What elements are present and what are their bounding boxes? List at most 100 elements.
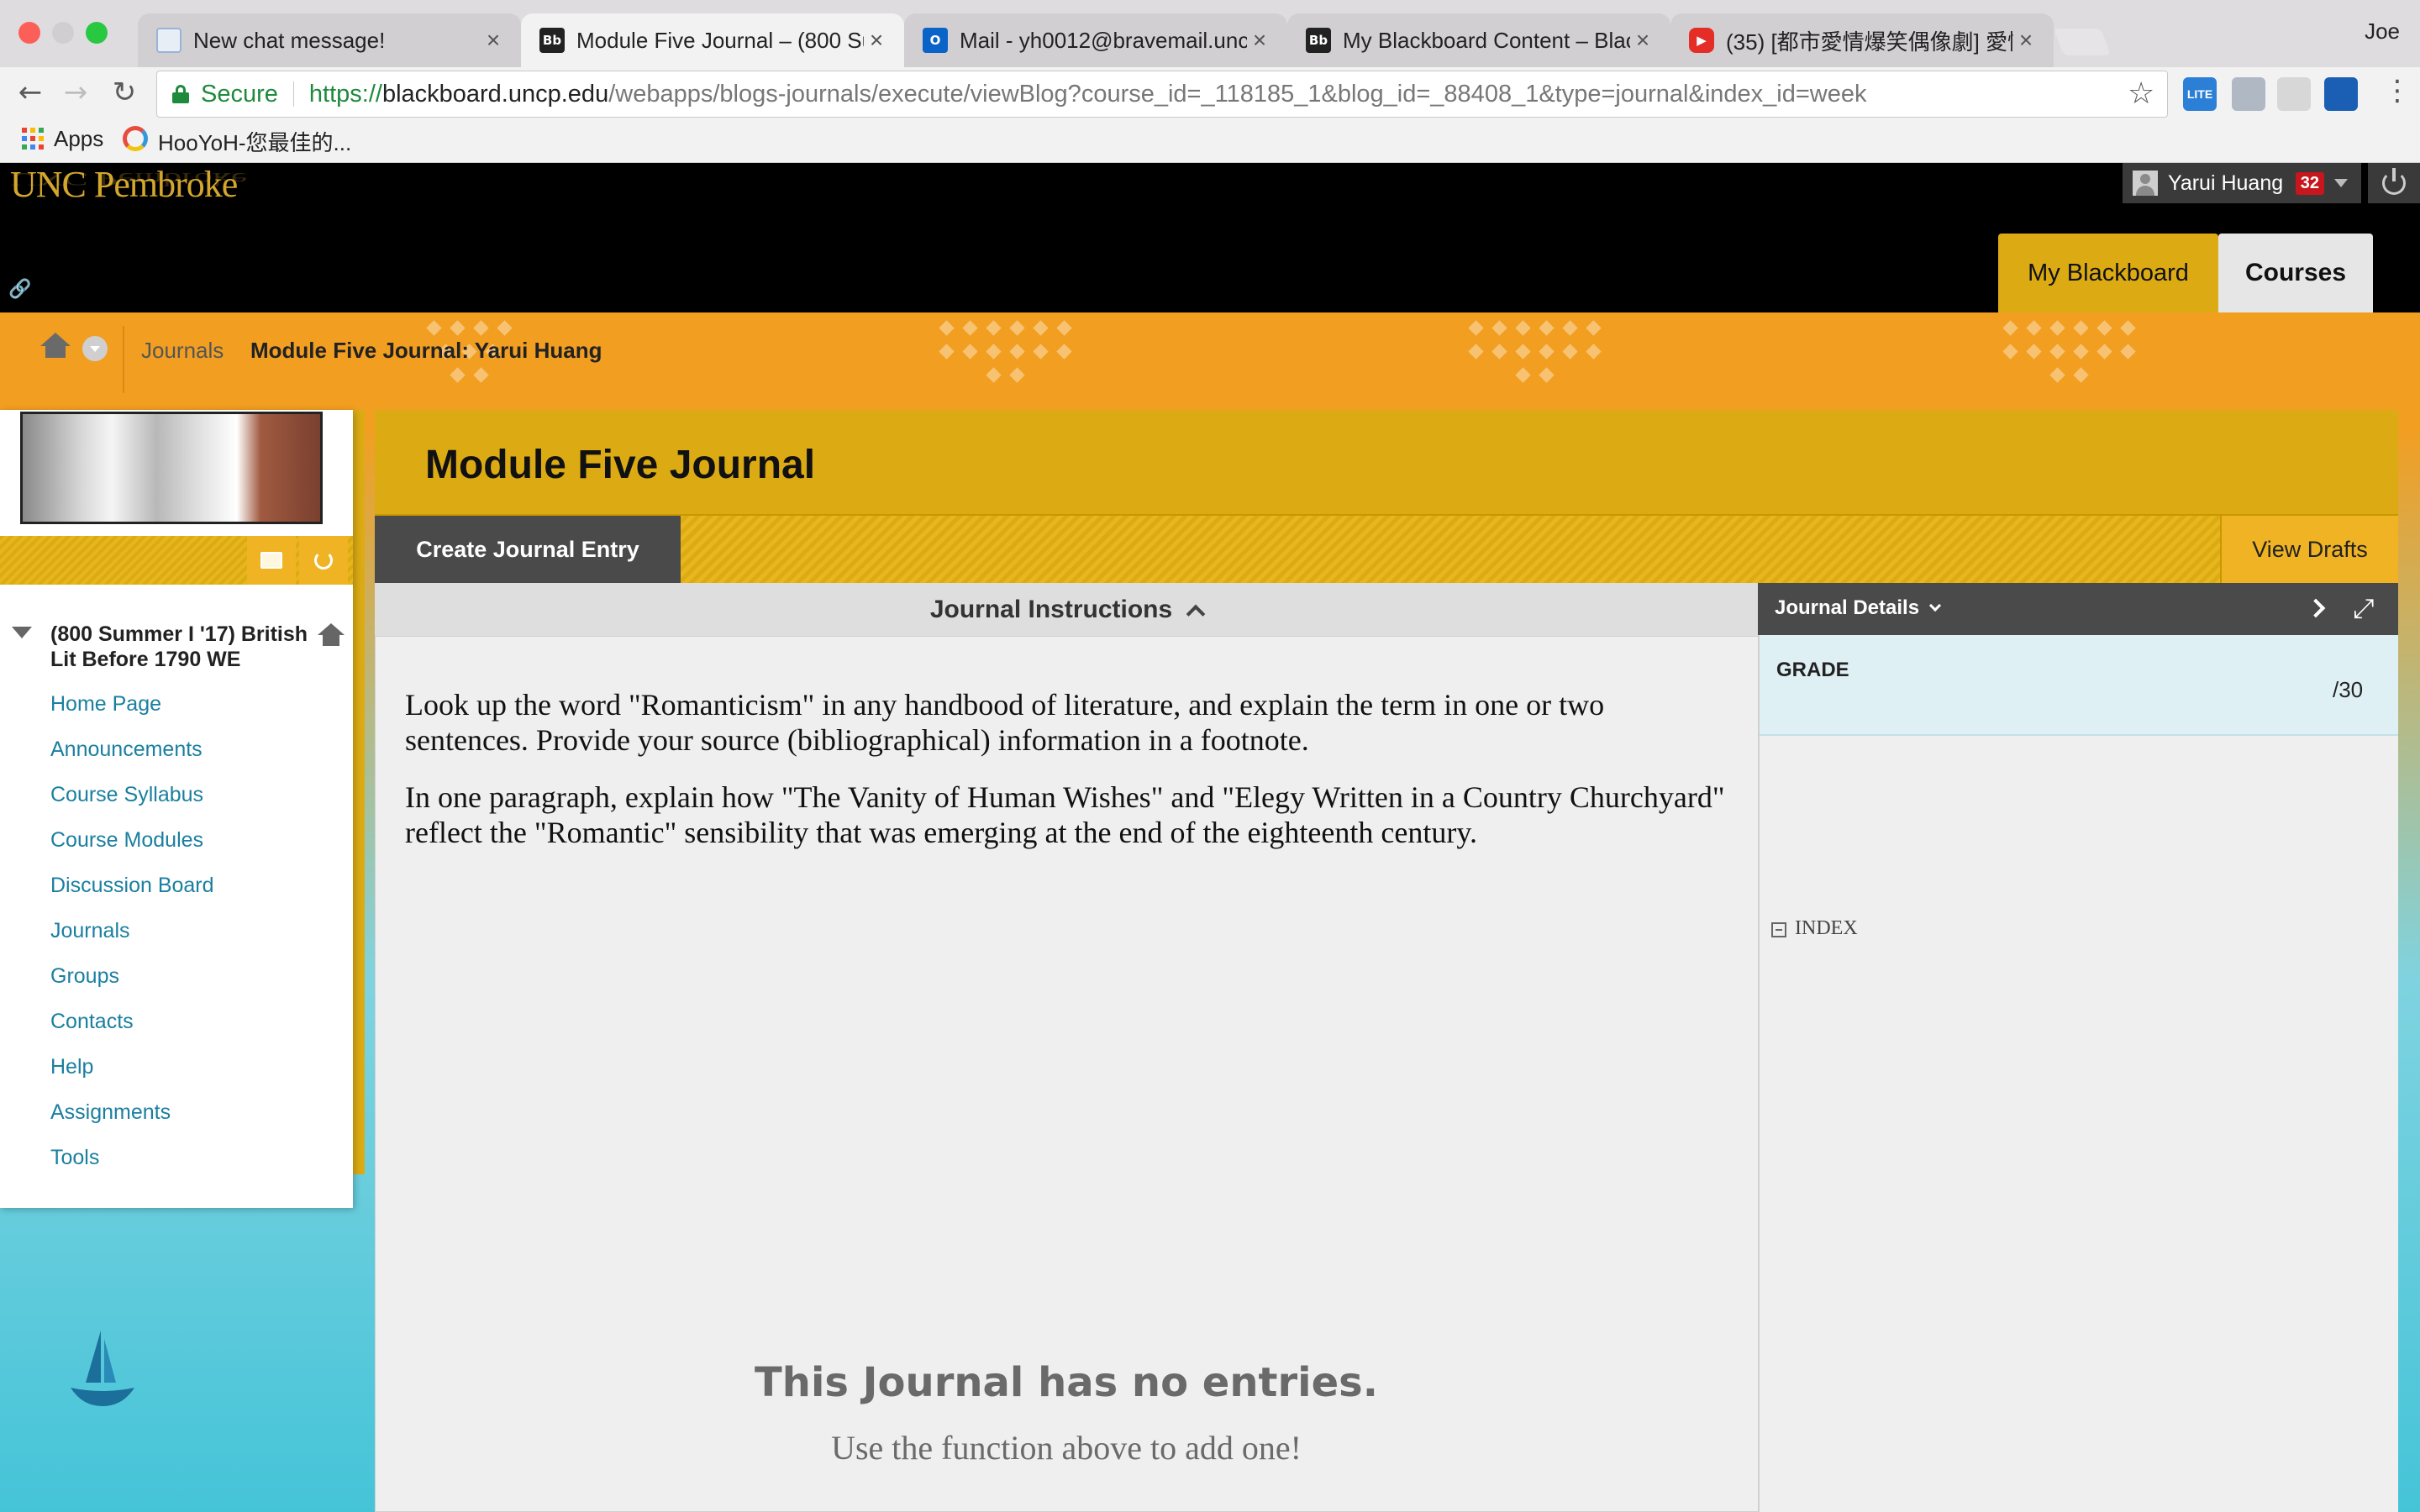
ext-lite-icon[interactable]: LITE <box>2183 77 2217 111</box>
grade-label: GRADE <box>1776 659 1849 681</box>
ext-puzzle-icon[interactable] <box>2232 77 2265 111</box>
url-divider <box>292 81 294 107</box>
browser-tab[interactable]: New chat message! × <box>138 13 521 67</box>
instructions-paragraph: In one paragraph, explain how "The Vanit… <box>405 780 1725 849</box>
folder-view-button[interactable] <box>247 536 296 585</box>
bookmark-apps[interactable]: Apps <box>54 126 103 152</box>
window-close-button[interactable] <box>18 22 40 44</box>
browser-tab[interactable]: Bb My Blackboard Content – Black × <box>1287 13 1670 67</box>
window-maximize-button[interactable] <box>86 22 108 44</box>
power-icon <box>2382 168 2406 195</box>
url-path: /webapps/blogs-journals/execute/viewBlog… <box>608 80 1867 108</box>
tab-title: Module Five Journal – (800 Su <box>576 27 864 53</box>
decorative-pattern <box>1462 318 1622 388</box>
browser-tab-strip: New chat message! × Bb Module Five Journ… <box>0 0 2420 67</box>
hooyoh-icon <box>123 126 148 151</box>
sidebar-item-tools[interactable]: Tools <box>50 1146 99 1170</box>
tab-title: New chat message! <box>193 27 386 53</box>
course-title[interactable]: (800 Summer I '17) British Lit Before 17… <box>50 622 319 672</box>
close-icon[interactable]: × <box>2013 27 2039 54</box>
close-icon[interactable]: × <box>864 27 889 54</box>
sidebar-item-home-page[interactable]: Home Page <box>50 692 161 717</box>
expand-icon[interactable]: ⤢ <box>2353 595 2380 622</box>
blackboard-page: UNC Pembroke UNC Pembroke 🔗 Yarui Huang … <box>0 163 2420 1512</box>
collapse-caret-icon[interactable] <box>12 627 32 638</box>
sidebar-item-contacts[interactable]: Contacts <box>50 1010 134 1034</box>
close-icon[interactable]: × <box>1630 27 1655 54</box>
link-icon[interactable]: 🔗 <box>8 279 31 300</box>
breadcrumb-menu-icon[interactable] <box>82 336 108 361</box>
window-minimize-button[interactable] <box>52 22 74 44</box>
sidebar-item-discussion-board[interactable]: Discussion Board <box>50 874 214 898</box>
sidebar-item-journals[interactable]: Journals <box>50 919 130 943</box>
journal-instructions-toggle[interactable]: Journal Instructions <box>375 583 1758 637</box>
breadcrumb-journals-link[interactable]: Journals <box>141 338 224 364</box>
refresh-button[interactable] <box>299 536 348 585</box>
bookmark-hooyoh[interactable]: HooYoH-您最佳的... <box>158 126 351 157</box>
instructions-paragraph: Look up the word "Romanticism" in any ha… <box>405 688 1605 757</box>
notification-badge[interactable]: 32 <box>2295 171 2324 195</box>
index-label[interactable]: INDEX <box>1795 917 1858 940</box>
user-menu[interactable]: Yarui Huang 32 <box>2123 163 2361 203</box>
avatar-icon <box>2133 171 2158 196</box>
folder-icon <box>260 552 282 569</box>
decorative-pattern <box>933 318 1092 388</box>
tab-my-blackboard[interactable]: My Blackboard <box>1998 234 2218 312</box>
grade-box <box>1760 635 2398 736</box>
sidebar-item-course-modules[interactable]: Course Modules <box>50 828 203 853</box>
youtube-icon: ▶ <box>1689 28 1714 53</box>
sidebar-item-groups[interactable]: Groups <box>50 964 119 989</box>
browser-tab[interactable]: ▶ (35) [都市愛情爆笑偶像劇] 愛情 × <box>1670 13 2054 67</box>
tab-title: My Blackboard Content – Black <box>1343 27 1630 53</box>
grade-value: /30 <box>2333 677 2364 702</box>
back-arrow-icon[interactable]: ← <box>10 72 50 113</box>
user-name: Yarui Huang <box>2168 171 2284 195</box>
lock-icon <box>172 85 189 103</box>
sailboat-icon <box>71 1331 134 1406</box>
browser-menu-icon[interactable]: ⋮ <box>2383 74 2412 108</box>
bookmark-star-icon[interactable]: ☆ <box>2128 76 2154 111</box>
tab-title: (35) [都市愛情爆笑偶像劇] 愛情 <box>1726 29 2013 55</box>
create-journal-entry-button[interactable]: Create Journal Entry <box>375 516 681 583</box>
close-icon[interactable]: × <box>1247 27 1272 54</box>
bb-icon: Bb <box>539 28 565 53</box>
course-home-icon[interactable] <box>318 623 345 647</box>
sidebar-item-help[interactable]: Help <box>50 1055 93 1079</box>
course-menu-toggle-edge[interactable] <box>353 410 365 1174</box>
apps-grid-icon[interactable] <box>22 128 44 150</box>
home-icon[interactable] <box>40 333 71 358</box>
chevron-down-icon <box>2334 179 2348 187</box>
empty-state-heading: This Journal has no entries. <box>755 1359 1378 1406</box>
tab-title: Mail - yh0012@bravemail.uncp <box>960 27 1247 53</box>
logout-button[interactable] <box>2366 163 2420 203</box>
browser-profile-name[interactable]: Joe <box>2365 18 2400 45</box>
journal-details-title[interactable]: Journal Details <box>1775 596 1919 620</box>
new-tab-button[interactable] <box>2054 29 2111 55</box>
url-host: blackboard.uncp.edu <box>381 80 609 108</box>
chevron-up-icon <box>1186 604 1206 623</box>
sidebar-item-announcements[interactable]: Announcements <box>50 738 203 762</box>
breadcrumb-divider <box>123 326 124 393</box>
close-icon[interactable]: × <box>481 27 506 54</box>
forward-arrow-icon[interactable]: → <box>55 72 96 113</box>
ext-drive-icon[interactable] <box>2277 77 2311 111</box>
bookmarks-bar <box>0 121 2420 163</box>
empty-state-subtext: Use the function above to add one! <box>831 1429 1302 1467</box>
browser-tab[interactable]: O Mail - yh0012@bravemail.uncp × <box>904 13 1287 67</box>
outlook-icon: O <box>923 28 948 53</box>
collapse-toggle-icon[interactable] <box>1771 922 1786 937</box>
university-logo[interactable]: UNC Pembroke <box>10 163 238 206</box>
address-bar[interactable]: Secure https:// blackboard.uncp.edu /web… <box>156 71 2168 118</box>
refresh-icon <box>314 551 333 570</box>
browser-tab-active[interactable]: Bb Module Five Journal – (800 Su × <box>521 13 904 67</box>
reload-icon[interactable]: ↻ <box>104 72 145 113</box>
bb-icon: Bb <box>1306 28 1331 53</box>
sidebar-item-assignments[interactable]: Assignments <box>50 1100 171 1125</box>
view-drafts-button[interactable]: View Drafts <box>2220 516 2398 583</box>
ext-clapper-icon[interactable] <box>2324 77 2358 111</box>
journal-instructions-heading: Journal Instructions <box>929 595 1173 623</box>
breadcrumb-current: Module Five Journal: Yarui Huang <box>250 338 602 363</box>
sidebar-item-course-syllabus[interactable]: Course Syllabus <box>50 783 203 807</box>
url-scheme: https:// <box>308 80 382 108</box>
tab-courses[interactable]: Courses <box>2218 234 2373 312</box>
